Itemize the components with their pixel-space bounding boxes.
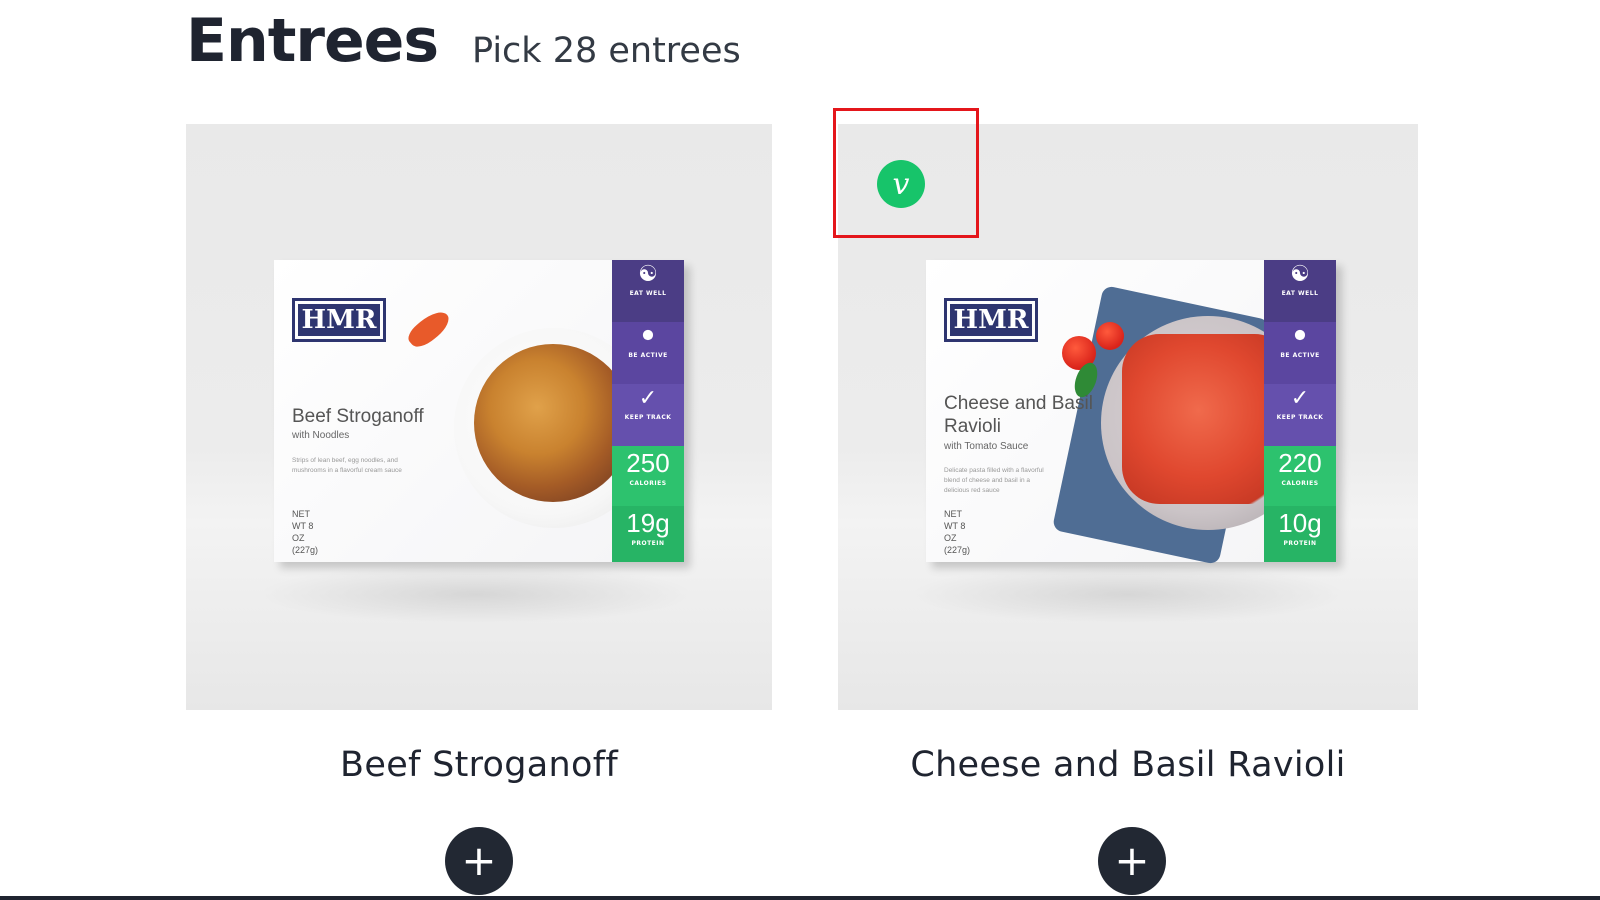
page-title: Entrees bbox=[186, 6, 439, 76]
nutrition-stripe: ☯ EAT WELL ⚫ BE ACTIVE ✓ KEEP TRACK 250 … bbox=[612, 260, 684, 562]
product-box: HMR Beef Stroganoff with Noodles Strips … bbox=[274, 260, 684, 562]
nutrition-stripe: ☯ EAT WELL ⚫ BE ACTIVE ✓ KEEP TRACK 220 … bbox=[1264, 260, 1336, 562]
shoe-icon: ⚫ bbox=[1290, 324, 1310, 349]
highlight-annotation bbox=[833, 108, 979, 238]
box-shadow bbox=[256, 564, 696, 624]
box-product-name: Cheese and Basil Ravioli bbox=[944, 393, 1093, 437]
add-cheese-basil-ravioli-button[interactable]: + bbox=[1098, 827, 1166, 895]
be-active-panel: ⚫ BE ACTIVE bbox=[612, 322, 684, 384]
box-net-weight: NET WT 8 OZ (227g) bbox=[944, 509, 971, 555]
brand-logo: HMR bbox=[944, 298, 1038, 342]
fork-knife-icon: ☯ bbox=[1290, 262, 1310, 287]
noodles-image bbox=[474, 344, 632, 502]
page-subtitle: Pick 28 entrees bbox=[472, 31, 741, 71]
brand-logo: HMR bbox=[292, 298, 386, 342]
add-beef-stroganoff-button[interactable]: + bbox=[445, 827, 513, 895]
keep-track-panel: ✓ KEEP TRACK bbox=[612, 384, 684, 446]
box-product-name: Beef Stroganoff bbox=[292, 406, 424, 427]
calories-panel: 250 CALORIES bbox=[612, 446, 684, 506]
box-product-subtitle: with Noodles bbox=[292, 430, 350, 441]
shoe-icon: ⚫ bbox=[638, 324, 658, 349]
protein-panel: 10g PROTEIN bbox=[1264, 506, 1336, 562]
protein-panel: 19g PROTEIN bbox=[612, 506, 684, 562]
product-name-beef-stroganoff[interactable]: Beef Stroganoff bbox=[186, 742, 772, 788]
box-shadow bbox=[908, 564, 1348, 624]
pepper-image bbox=[404, 305, 454, 353]
keep-track-panel: ✓ KEEP TRACK bbox=[1264, 384, 1336, 446]
box-net-weight: NET WT 8 OZ (227g) bbox=[292, 509, 319, 555]
product-name-cheese-basil-ravioli[interactable]: Cheese and Basil Ravioli bbox=[838, 742, 1418, 788]
box-product-blurb: Strips of lean beef, egg noodles, and mu… bbox=[292, 457, 402, 474]
product-box: HMR Cheese and Basil Ravioli with Tomato… bbox=[926, 260, 1336, 565]
plus-icon: + bbox=[1114, 836, 1150, 885]
eat-well-panel: ☯ EAT WELL bbox=[1264, 260, 1336, 322]
eat-well-panel: ☯ EAT WELL bbox=[612, 260, 684, 322]
tomato-image bbox=[1096, 322, 1124, 350]
fork-knife-icon: ☯ bbox=[638, 262, 658, 287]
phone-check-icon: ✓ bbox=[1290, 386, 1310, 411]
box-product-blurb: Delicate pasta filled with a flavorful b… bbox=[944, 467, 1044, 494]
box-product-subtitle: with Tomato Sauce bbox=[944, 441, 1029, 452]
bottom-divider bbox=[0, 896, 1600, 900]
product-image-beef-stroganoff[interactable]: HMR Beef Stroganoff with Noodles Strips … bbox=[186, 124, 772, 710]
plus-icon: + bbox=[461, 836, 497, 885]
phone-check-icon: ✓ bbox=[638, 386, 658, 411]
calories-panel: 220 CALORIES bbox=[1264, 446, 1336, 506]
be-active-panel: ⚫ BE ACTIVE bbox=[1264, 322, 1336, 384]
